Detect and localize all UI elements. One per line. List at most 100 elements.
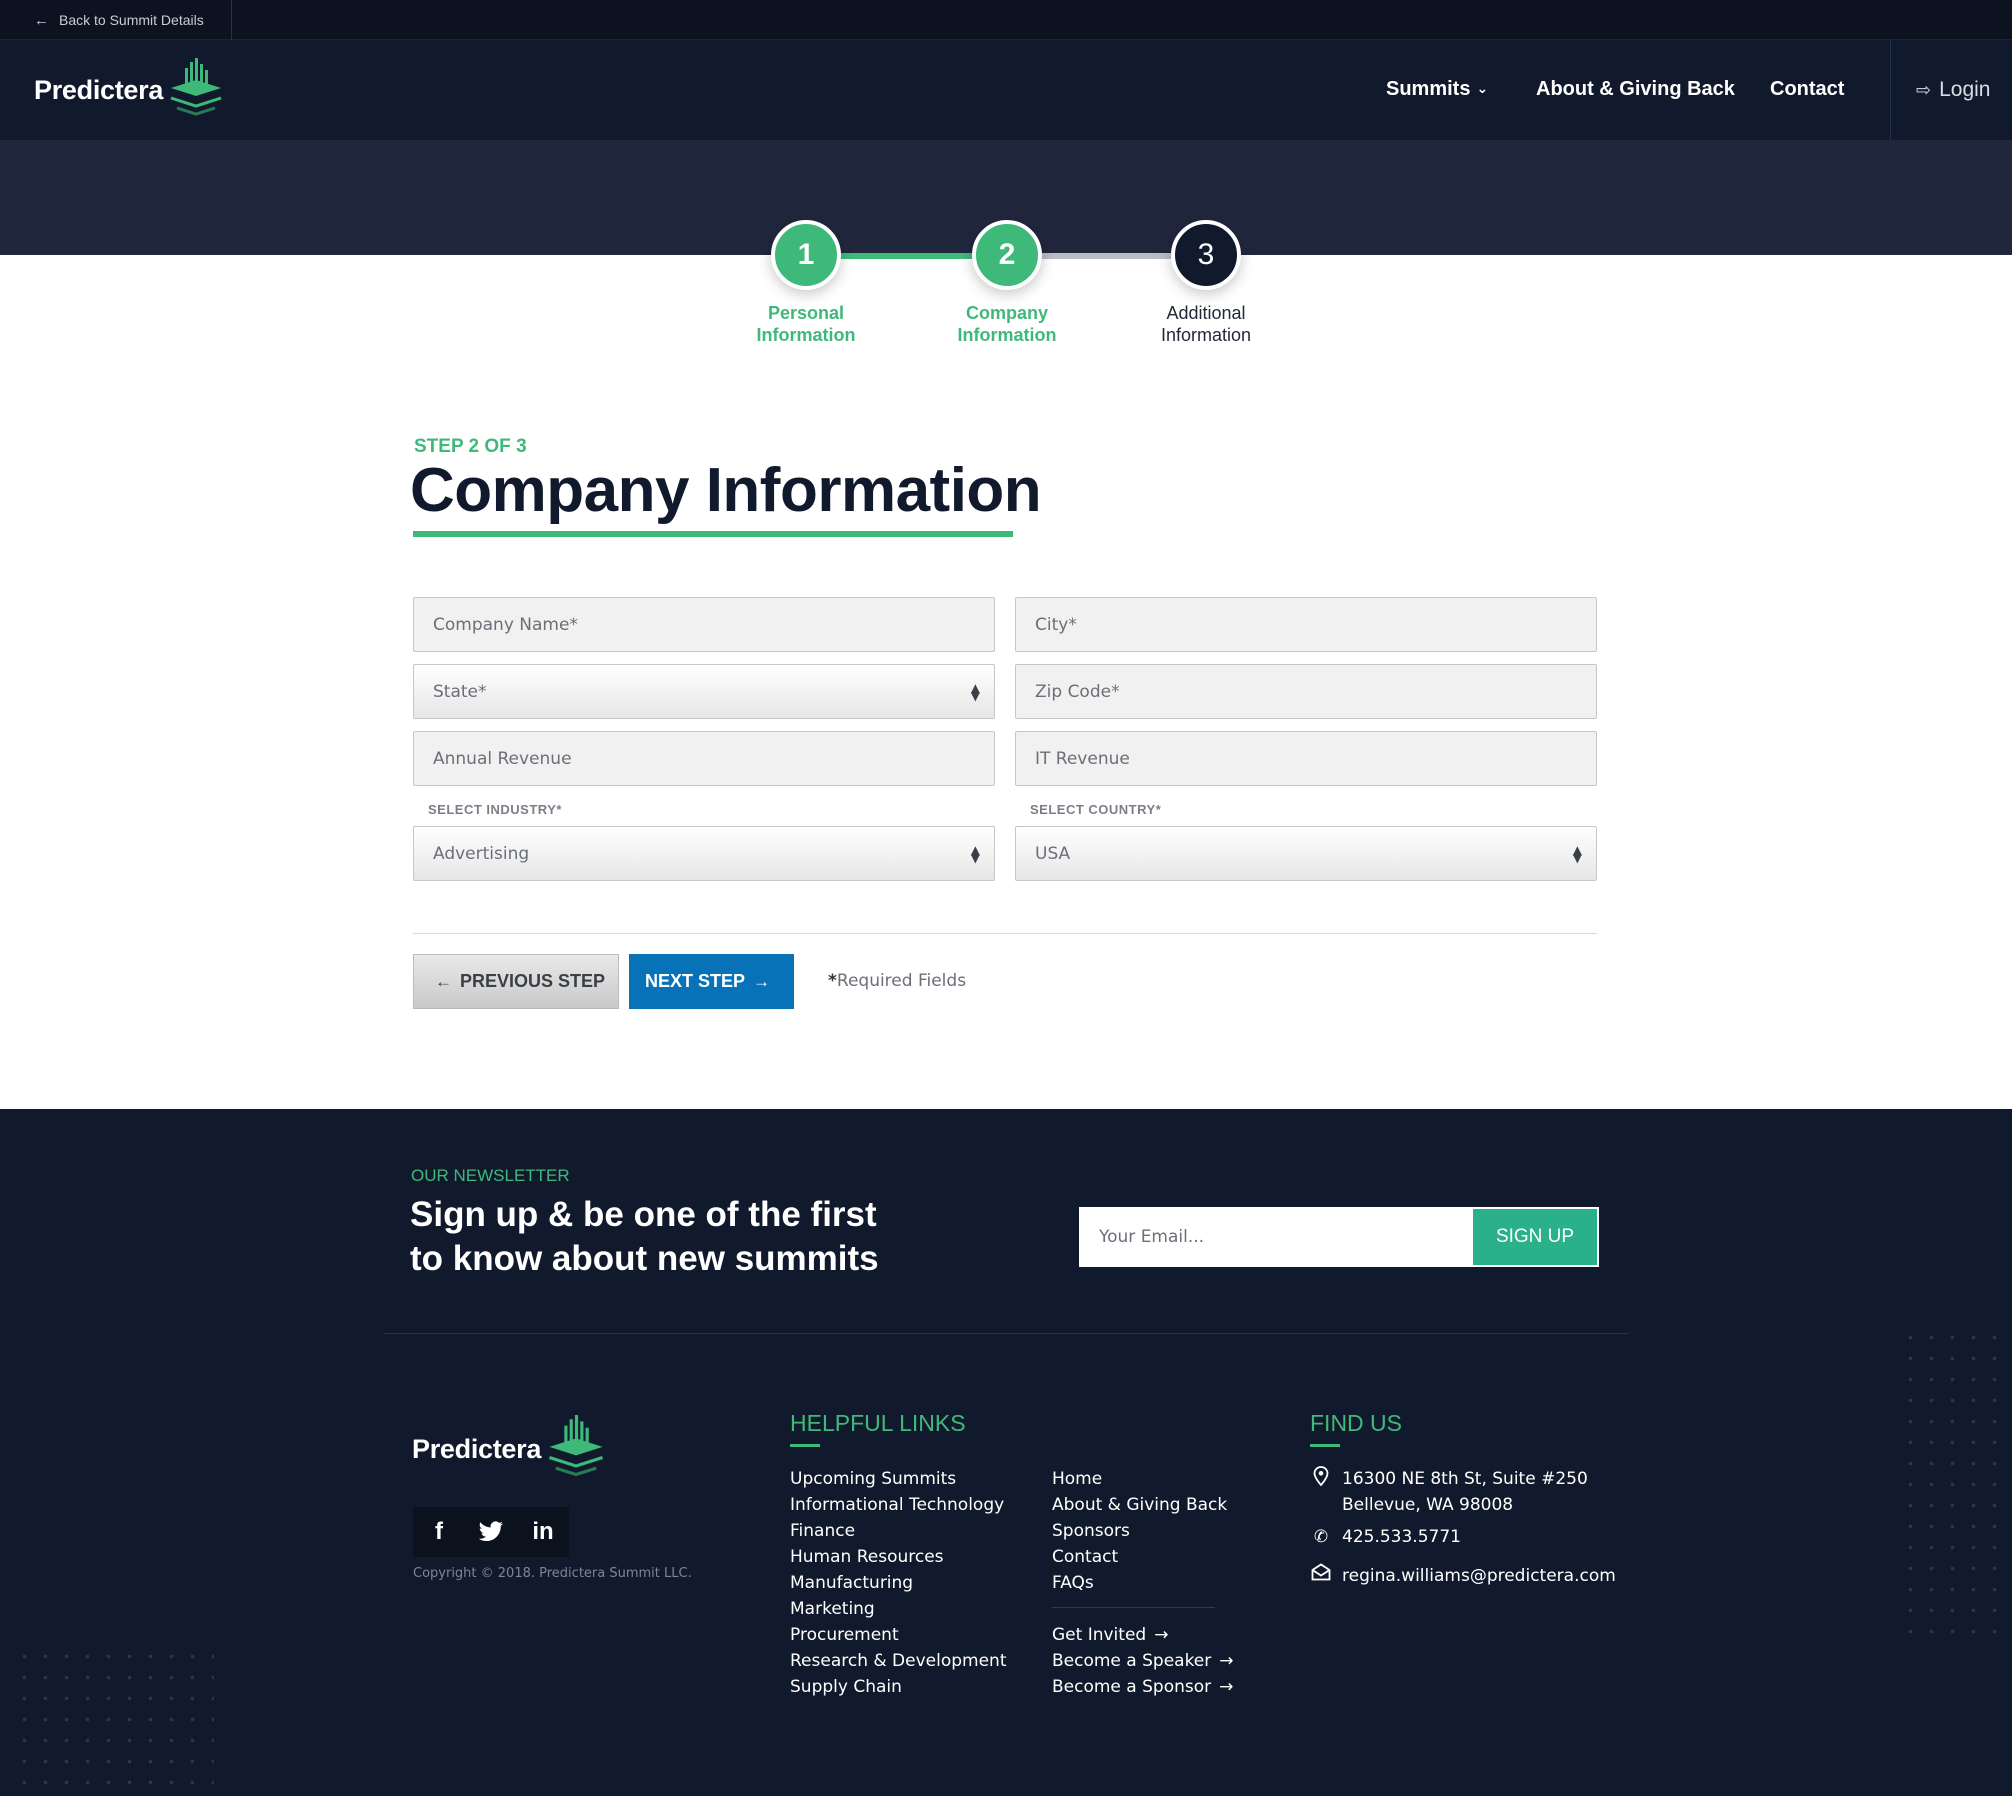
footer-link[interactable]: Manufacturing [790, 1570, 1006, 1596]
zip-code-input[interactable]: Zip Code* [1015, 664, 1597, 719]
login-link[interactable]: ⇨ Login [1916, 78, 1990, 102]
site-header: Predictera Summits ⌄ About & Giving Back … [0, 40, 2012, 140]
nav-item-summits[interactable]: Summits ⌄ [1386, 78, 1488, 101]
back-to-summit-link[interactable]: ← Back to Summit Details [34, 0, 204, 40]
helpful-links-topics: Upcoming Summits Informational Technolog… [790, 1466, 1006, 1700]
decorative-dots [14, 1646, 214, 1796]
nav-item-contact[interactable]: Contact [1770, 78, 1844, 101]
logo[interactable]: Predictera [34, 58, 225, 122]
step-label: Personal Information [756, 303, 856, 345]
nav-item-about[interactable]: About & Giving Back [1536, 78, 1735, 101]
form-divider [413, 933, 1597, 934]
heading-underline [1310, 1444, 1340, 1447]
map-pin-icon [1310, 1466, 1332, 1494]
decorative-dots [1900, 1327, 2010, 1637]
it-revenue-input[interactable]: IT Revenue [1015, 731, 1597, 786]
copyright: Copyright © 2018. Predictera Summit LLC. [413, 1566, 692, 1581]
annual-revenue-input[interactable]: Annual Revenue [413, 731, 995, 786]
industry-label: SELECT INDUSTRY* [428, 802, 562, 817]
login-label: Login [1939, 78, 1991, 101]
twitter-bird-shape [478, 1521, 503, 1541]
footer-link[interactable]: FAQs [1052, 1570, 1227, 1596]
links-divider [1052, 1607, 1215, 1608]
country-select[interactable]: USA ▲ ▼ [1015, 826, 1597, 881]
nav-summits-label: Summits [1386, 78, 1471, 100]
footer-link[interactable]: Finance [790, 1518, 1006, 1544]
find-us-heading: FIND US [1310, 1410, 1402, 1436]
step-number: 1 [771, 220, 841, 290]
divider [231, 0, 232, 40]
chevron-down-icon: ⌄ [1476, 80, 1489, 96]
industry-select[interactable]: Advertising ▲ ▼ [413, 826, 995, 881]
state-select[interactable]: State* ▲ ▼ [413, 664, 995, 719]
country-label: SELECT COUNTRY* [1030, 802, 1162, 817]
back-link-label: Back to Summit Details [59, 12, 204, 28]
address: 16300 NE 8th St, Suite #250 Bellevue, WA … [1310, 1466, 1588, 1518]
step-number: 3 [1171, 220, 1241, 290]
logo-text: Predictera [34, 74, 164, 105]
facebook-icon[interactable]: f [413, 1507, 465, 1557]
login-icon: ⇨ [1916, 79, 1932, 100]
linkedin-icon[interactable]: in [517, 1507, 569, 1557]
footer-cta-link[interactable]: Become a Speaker → [1052, 1648, 1234, 1674]
helpful-links-pages: Home About & Giving Back Sponsors Contac… [1052, 1466, 1227, 1596]
footer-cta-link[interactable]: Become a Sponsor → [1052, 1674, 1234, 1700]
footer-link[interactable]: Human Resources [790, 1544, 1006, 1570]
city-input[interactable]: City* [1015, 597, 1597, 652]
footer-link[interactable]: Upcoming Summits [790, 1466, 1006, 1492]
next-step-button[interactable]: NEXT STEP → [629, 954, 794, 1009]
arrow-right-icon: → [1154, 1625, 1169, 1645]
title-underline [413, 531, 1013, 537]
arrow-right-icon: → [1219, 1677, 1234, 1697]
select-caret-icon: ▲ ▼ [970, 680, 980, 703]
step-number: 2 [972, 220, 1042, 290]
arrow-left-icon: ← [434, 971, 452, 991]
logo-mark-icon [549, 1415, 604, 1477]
arrow-right-icon: → [1219, 1651, 1234, 1671]
country-select-value: USA [1035, 843, 1071, 864]
select-caret-icon: ▲ ▼ [970, 842, 980, 865]
newsletter-form: Your Email... SIGN UP [1079, 1207, 1599, 1267]
company-name-input[interactable]: Company Name* [413, 597, 995, 652]
footer-link[interactable]: Contact [1052, 1544, 1227, 1570]
footer-link[interactable]: Supply Chain [790, 1674, 1006, 1700]
phone-icon: ✆ [1313, 1527, 1329, 1547]
arrow-left-icon: ← [34, 11, 49, 29]
footer-link[interactable]: Home [1052, 1466, 1227, 1492]
select-caret-icon: ▲ ▼ [1572, 842, 1582, 865]
step-company-information[interactable]: 2 Company Information [907, 220, 1107, 346]
site-footer: OUR NEWSLETTER Sign up & be one of the f… [0, 1109, 2012, 1796]
page-title: Company Information [410, 456, 1042, 525]
newsletter-title: Sign up & be one of the first to know ab… [410, 1195, 879, 1278]
envelope-icon [1310, 1563, 1332, 1589]
footer-link[interactable]: Procurement [790, 1622, 1006, 1648]
footer-link[interactable]: Research & Development [790, 1648, 1006, 1674]
logo-text: Predictera [412, 1433, 542, 1464]
twitter-icon[interactable] [465, 1507, 517, 1557]
footer-cta-link[interactable]: Get Invited → [1052, 1622, 1234, 1648]
step-label: Company Information [957, 303, 1057, 345]
step-personal-information[interactable]: 1 Personal Information [706, 220, 906, 346]
newsletter-eyebrow: OUR NEWSLETTER [411, 1166, 570, 1185]
heading-underline [790, 1444, 820, 1447]
footer-link[interactable]: Sponsors [1052, 1518, 1227, 1544]
helpful-links-heading: HELPFUL LINKS [790, 1410, 966, 1436]
email[interactable]: regina.williams@predictera.com [1310, 1563, 1616, 1589]
logo-mark-icon [170, 58, 222, 116]
phone[interactable]: ✆ 425.533.5771 [1310, 1524, 1461, 1550]
arrow-right-icon: → [753, 971, 771, 991]
top-bar: ← Back to Summit Details [0, 0, 2012, 40]
step-additional-information[interactable]: 3 Additional Information [1106, 220, 1306, 346]
step-label: Additional Information [1160, 303, 1252, 345]
divider [1890, 40, 1891, 140]
progress-stepper: 1 Personal Information 2 Company Informati… [0, 220, 2012, 350]
footer-link[interactable]: About & Giving Back [1052, 1492, 1227, 1518]
helpful-links-cta: Get Invited → Become a Speaker → Become a … [1052, 1622, 1234, 1700]
footer-link[interactable]: Marketing [790, 1596, 1006, 1622]
footer-divider [383, 1333, 1629, 1334]
footer-logo[interactable]: Predictera [412, 1415, 607, 1483]
newsletter-email-input[interactable]: Your Email... [1081, 1209, 1453, 1265]
footer-link[interactable]: Informational Technology [790, 1492, 1006, 1518]
previous-step-button[interactable]: ← PREVIOUS STEP [413, 954, 619, 1009]
sign-up-button[interactable]: SIGN UP [1473, 1209, 1597, 1265]
